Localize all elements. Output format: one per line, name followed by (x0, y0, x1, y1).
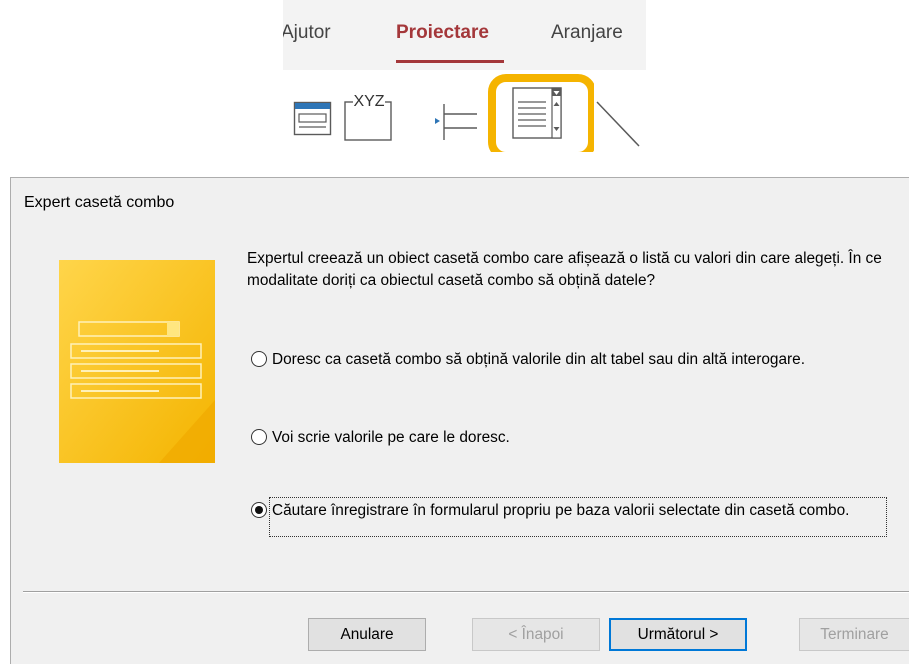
combo-box-icon[interactable] (488, 74, 594, 152)
dialog-body: Expertul creează un obiect casetă combo … (11, 225, 909, 607)
label-icon[interactable]: XYZ (341, 86, 399, 142)
tab-ajutor[interactable]: Ajutor (283, 22, 331, 44)
back-button[interactable]: < Înapoi (472, 618, 600, 651)
label-icon-text: XYZ (353, 93, 384, 110)
option-type-values[interactable]: Voi scrie valorile pe care le doresc. (251, 427, 510, 449)
option-from-table[interactable]: Doresc ca casetă combo să obțină valoril… (251, 349, 805, 371)
ribbon: Ajutor Proiectare Aranjare XYZ (283, 0, 646, 152)
footer-separator-highlight (23, 592, 909, 593)
option-from-table-label[interactable]: Doresc ca casetă combo să obțină valoril… (272, 349, 805, 371)
option-type-values-label[interactable]: Voi scrie valorile pe care le doresc. (272, 427, 510, 449)
tab-proiectare[interactable]: Proiectare (396, 22, 489, 44)
active-tab-indicator (396, 60, 504, 63)
form-icon[interactable] (293, 96, 333, 136)
cancel-button[interactable]: Anulare (308, 618, 426, 651)
ribbon-tab-bar: Ajutor Proiectare Aranjare (283, 0, 646, 70)
radio-type-values[interactable] (251, 429, 267, 445)
option-find-record-label[interactable]: Căutare înregistrare în formularul propr… (269, 497, 887, 537)
radio-find-record[interactable] (251, 502, 267, 518)
radio-from-table[interactable] (251, 351, 267, 367)
next-button[interactable]: Următorul > (609, 618, 747, 651)
option-find-record[interactable]: Căutare înregistrare în formularul propr… (251, 497, 891, 537)
line-icon[interactable] (595, 96, 643, 148)
page-break-icon[interactable] (433, 100, 483, 146)
wizard-description: Expertul creează un obiect casetă combo … (247, 250, 882, 289)
wizard-illustration-icon (59, 260, 215, 463)
finish-button[interactable]: Terminare (799, 618, 909, 651)
combo-box-wizard-dialog: Expert casetă combo Expertul creează un … (10, 177, 909, 664)
tab-aranjare[interactable]: Aranjare (551, 22, 623, 44)
dialog-title: Expert casetă combo (24, 194, 175, 211)
